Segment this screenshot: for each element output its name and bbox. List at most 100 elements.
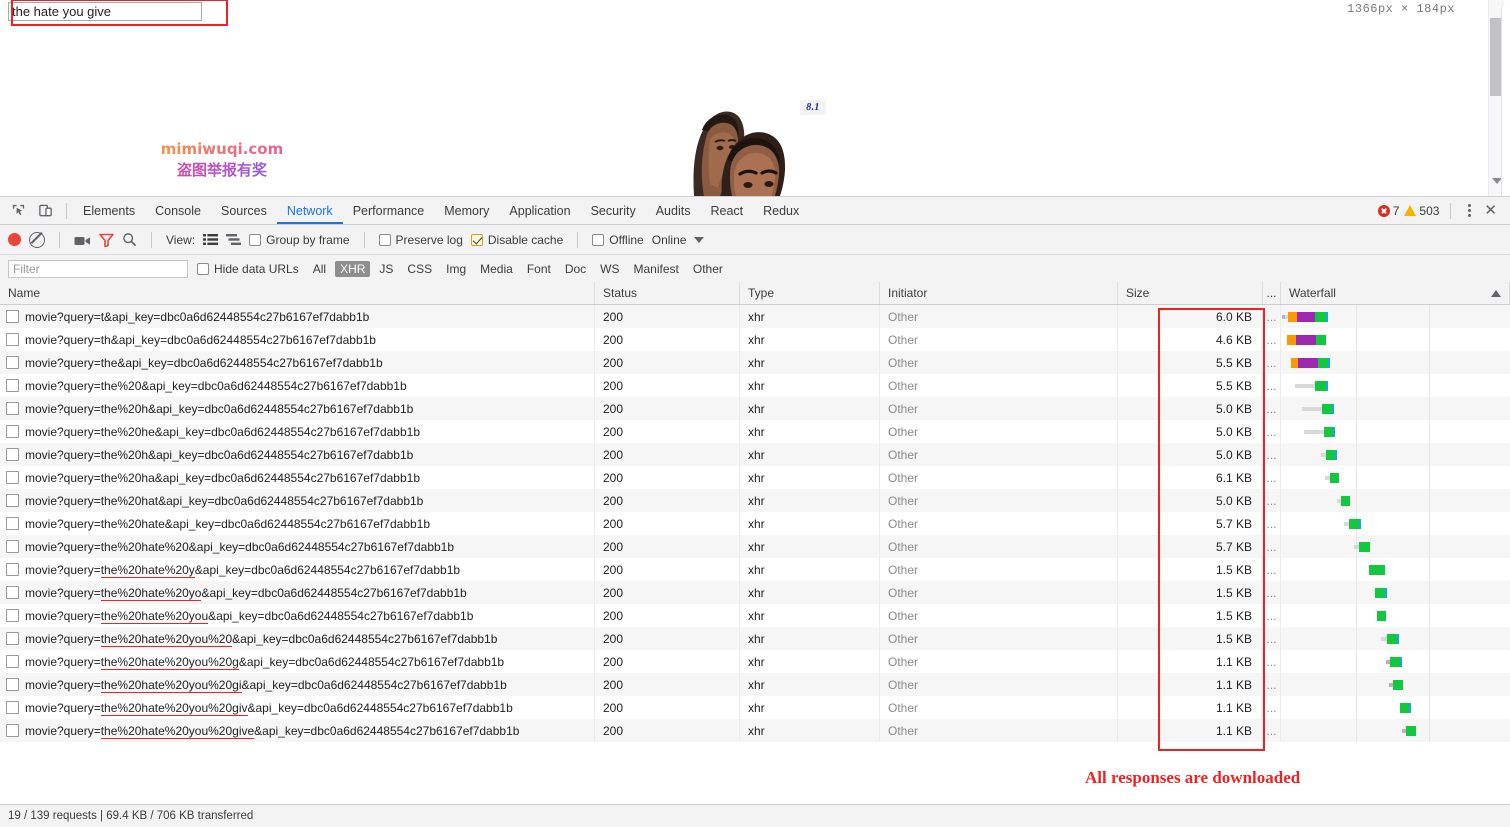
row-checkbox[interactable] [6,563,19,576]
row-checkbox[interactable] [6,632,19,645]
filter-type-doc[interactable]: Doc [560,261,591,277]
column-header-status[interactable]: Status [595,282,740,304]
clear-network-log-icon[interactable] [29,231,45,248]
row-checkbox[interactable] [6,494,19,507]
table-row[interactable]: movie?query=th&api_key=dbc0a6d62448554c2… [0,328,1510,351]
request-name-cell[interactable]: movie?query=t&api_key=dbc0a6d62448554c27… [0,305,595,328]
table-row[interactable]: movie?query=t&api_key=dbc0a6d62448554c27… [0,305,1510,328]
toggle-device-toolbar-icon[interactable] [37,202,54,219]
view-list-icon[interactable] [203,233,219,246]
table-row[interactable]: movie?query=the%20hate%20&api_key=dbc0a6… [0,535,1510,558]
row-checkbox[interactable] [6,517,19,530]
row-checkbox[interactable] [6,448,19,461]
table-row[interactable]: movie?query=the%20hate%20you%20g&api_key… [0,650,1510,673]
request-name-cell[interactable]: movie?query=the%20ha&api_key=dbc0a6d6244… [0,466,595,489]
tab-sources[interactable]: Sources [211,198,277,224]
table-row[interactable]: movie?query=the%20hate%20y&api_key=dbc0a… [0,558,1510,581]
column-header-initiator[interactable]: Initiator [880,282,1118,304]
record-button[interactable] [8,233,21,246]
preserve-log-checkbox[interactable]: Preserve log [378,233,463,247]
request-name-cell[interactable]: movie?query=the%20h&api_key=dbc0a6d62448… [0,443,595,466]
throttling-value[interactable]: Online [652,233,687,247]
group-by-frame-checkbox[interactable]: Group by frame [249,233,350,247]
column-header-waterfall[interactable]: Waterfall [1281,282,1510,304]
request-name-cell[interactable]: movie?query=the%20hate&api_key=dbc0a6d62… [0,512,595,535]
request-name-cell[interactable]: movie?query=the&api_key=dbc0a6d62448554c… [0,351,595,374]
tab-redux[interactable]: Redux [753,198,809,224]
filter-icon[interactable] [99,233,114,248]
table-row[interactable]: movie?query=the%20hate%20you%20gi&api_ke… [0,673,1510,696]
offline-checkbox[interactable]: Offline [592,233,644,247]
tab-memory[interactable]: Memory [434,198,499,224]
filter-type-ws[interactable]: WS [595,261,624,277]
table-row[interactable]: movie?query=the%20hate%20you%20give&api_… [0,719,1510,742]
column-header-size[interactable]: Size [1118,282,1263,304]
filter-type-manifest[interactable]: Manifest [629,261,684,277]
row-checkbox[interactable] [6,356,19,369]
table-row[interactable]: movie?query=the%20ha&api_key=dbc0a6d6244… [0,466,1510,489]
tab-console[interactable]: Console [145,198,211,224]
filter-type-img[interactable]: Img [441,261,471,277]
movie-search-input[interactable] [8,2,202,21]
more-options-icon[interactable] [1462,203,1476,219]
row-checkbox[interactable] [6,724,19,737]
request-name-cell[interactable]: movie?query=the%20hat&api_key=dbc0a6d624… [0,489,595,512]
request-name-cell[interactable]: movie?query=th&api_key=dbc0a6d62448554c2… [0,328,595,351]
close-devtools-icon[interactable]: ✕ [1481,203,1500,218]
tab-network[interactable]: Network [277,198,343,224]
row-checkbox[interactable] [6,586,19,599]
error-count-badge[interactable]: 7 [1377,204,1399,218]
row-checkbox[interactable] [6,425,19,438]
request-name-cell[interactable]: movie?query=the%20h&api_key=dbc0a6d62448… [0,397,595,420]
request-name-cell[interactable]: movie?query=the%20hate%20yo&api_key=dbc0… [0,581,595,604]
request-name-cell[interactable]: movie?query=the%20hate%20you%20&api_key=… [0,627,595,650]
request-name-cell[interactable]: movie?query=the%20hate%20you%20giv&api_k… [0,696,595,719]
table-row[interactable]: movie?query=the%20he&api_key=dbc0a6d6244… [0,420,1510,443]
filter-type-all[interactable]: All [308,261,331,277]
tab-audits[interactable]: Audits [646,198,701,224]
hide-data-urls-checkbox[interactable]: Hide data URLs [197,262,299,276]
tab-react[interactable]: React [700,198,753,224]
table-row[interactable]: movie?query=the%20&api_key=dbc0a6d624485… [0,374,1510,397]
tab-security[interactable]: Security [581,198,646,224]
table-row[interactable]: movie?query=the%20hat&api_key=dbc0a6d624… [0,489,1510,512]
request-name-cell[interactable]: movie?query=the%20he&api_key=dbc0a6d6244… [0,420,595,443]
row-checkbox[interactable] [6,471,19,484]
view-waterfall-icon[interactable] [226,233,242,246]
table-row[interactable]: movie?query=the%20hate%20you%20&api_key=… [0,627,1510,650]
column-header-type[interactable]: Type [740,282,880,304]
request-name-cell[interactable]: movie?query=the%20&api_key=dbc0a6d624485… [0,374,595,397]
group-by-frame-box[interactable] [249,233,262,246]
row-checkbox[interactable] [6,379,19,392]
disable-cache-checkbox[interactable]: Disable cache [470,233,563,247]
filter-type-media[interactable]: Media [475,261,518,277]
table-row[interactable]: movie?query=the%20hate%20yo&api_key=dbc0… [0,581,1510,604]
offline-box[interactable] [592,233,605,246]
search-icon[interactable] [122,232,137,247]
table-row[interactable]: movie?query=the&api_key=dbc0a6d62448554c… [0,351,1510,374]
capture-screenshots-icon[interactable] [74,234,91,246]
tab-performance[interactable]: Performance [343,198,435,224]
request-name-cell[interactable]: movie?query=the%20hate%20you%20give&api_… [0,719,595,742]
row-checkbox[interactable] [6,540,19,553]
request-name-cell[interactable]: movie?query=the%20hate%20&api_key=dbc0a6… [0,535,595,558]
table-row[interactable]: movie?query=the%20hate%20you&api_key=dbc… [0,604,1510,627]
request-name-cell[interactable]: movie?query=the%20hate%20you%20gi&api_ke… [0,673,595,696]
row-checkbox[interactable] [6,310,19,323]
filter-type-font[interactable]: Font [522,261,556,277]
filter-type-css[interactable]: CSS [402,261,437,277]
filter-input[interactable] [8,260,188,278]
inspect-element-icon[interactable] [10,202,27,219]
row-checkbox[interactable] [6,609,19,622]
table-row[interactable]: movie?query=the%20hate&api_key=dbc0a6d62… [0,512,1510,535]
row-checkbox[interactable] [6,402,19,415]
request-name-cell[interactable]: movie?query=the%20hate%20you&api_key=dbc… [0,604,595,627]
column-header-[interactable]: ... [1263,282,1281,304]
request-name-cell[interactable]: movie?query=the%20hate%20you%20g&api_key… [0,650,595,673]
row-checkbox[interactable] [6,333,19,346]
row-checkbox[interactable] [6,701,19,714]
row-checkbox[interactable] [6,678,19,691]
disable-cache-box[interactable] [470,233,483,246]
preserve-log-box[interactable] [378,233,391,246]
request-name-cell[interactable]: movie?query=the%20hate%20y&api_key=dbc0a… [0,558,595,581]
